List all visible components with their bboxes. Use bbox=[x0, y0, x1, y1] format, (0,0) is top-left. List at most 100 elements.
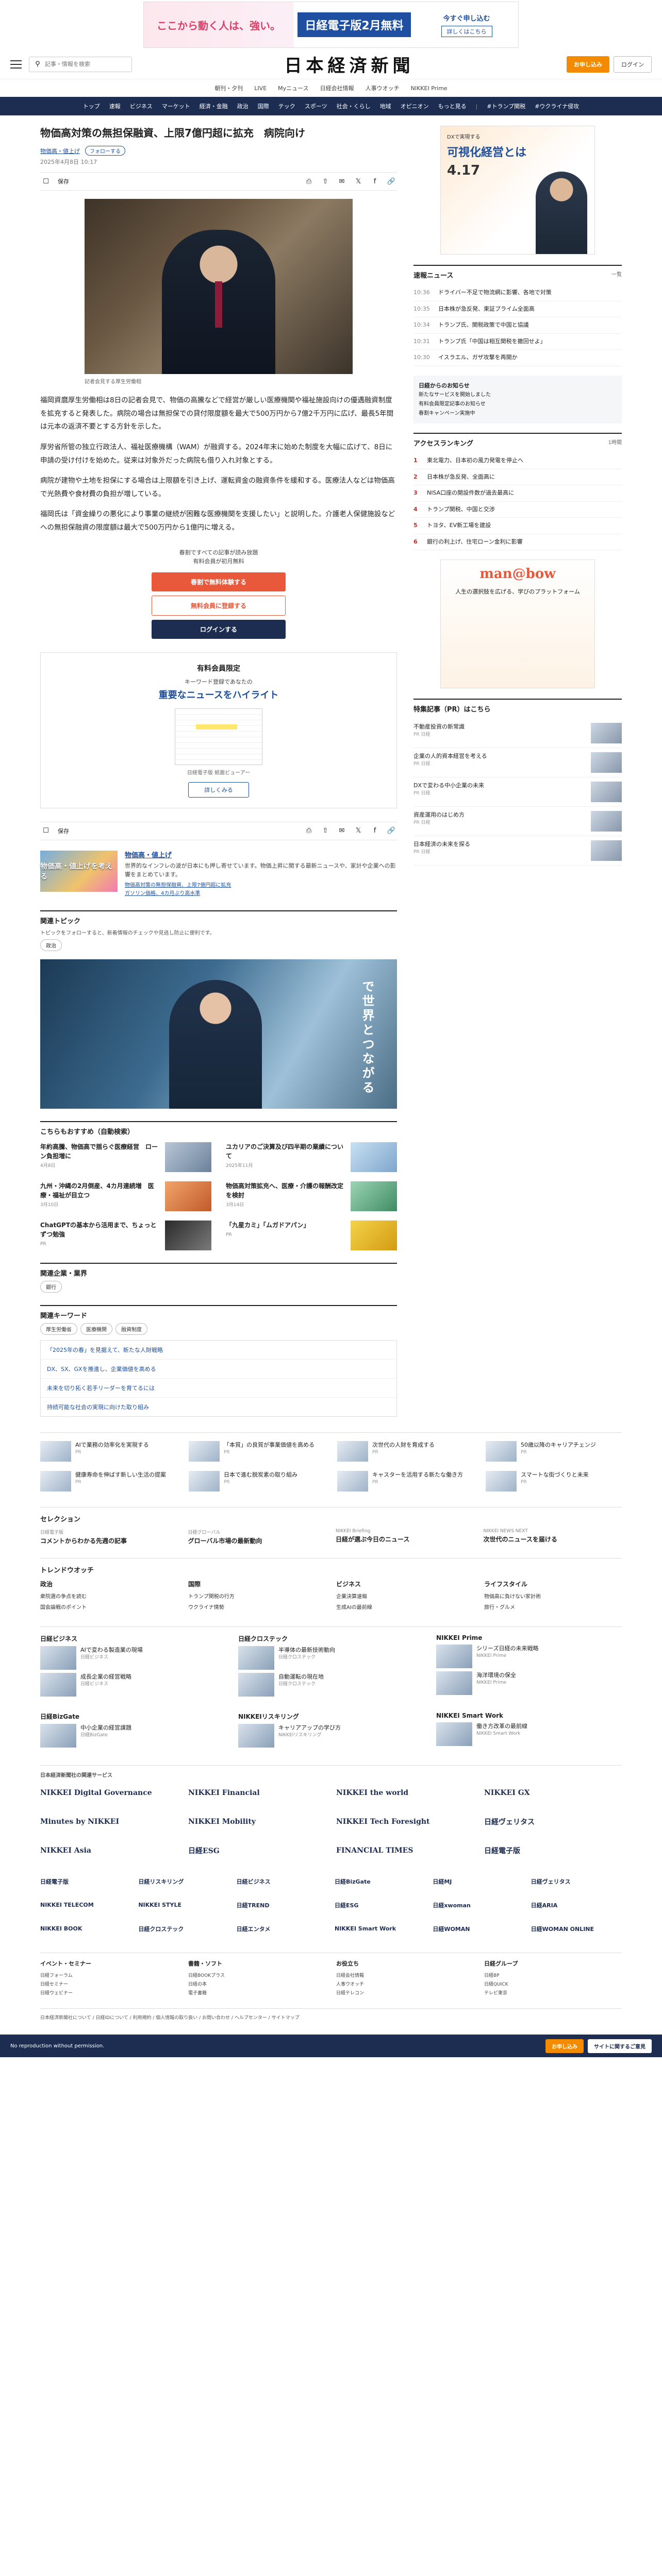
ranking-item[interactable]: 2 日本株が急反発、全面高に bbox=[413, 469, 622, 486]
mainnav-item[interactable]: マーケット bbox=[162, 102, 190, 110]
top-ad[interactable]: ここから動く人は、強い。 日経電子版2月無料 今すぐ申し込む 詳しくはこちら bbox=[0, 0, 662, 49]
footer-subscribe-button[interactable]: お申し込み bbox=[545, 2039, 584, 2053]
recommend-item[interactable]: 「九星カミ」「ムガドアパン」 PR bbox=[226, 1220, 397, 1250]
footer-group-links[interactable]: 日本経済新聞社について / 日経IDについて / 利用規約 / 個人情報の取り扱… bbox=[40, 2008, 622, 2022]
ad-banner[interactable]: ここから動く人は、強い。 日経電子版2月無料 今すぐ申し込む 詳しくはこちら bbox=[143, 2, 519, 48]
footer-link[interactable]: 電子書籍 bbox=[188, 1988, 326, 1997]
service-logo[interactable]: Minutes by NIKKEI bbox=[40, 1811, 178, 1832]
ranking-item[interactable]: 3 NISA口座の開設件数が過去最高に bbox=[413, 485, 622, 502]
topic-tag[interactable]: 物価高・値上げ bbox=[40, 147, 80, 155]
service-logo-small[interactable]: 日経リスキリング bbox=[138, 1872, 229, 1891]
service-logo[interactable]: NIKKEI Digital Governance bbox=[40, 1783, 178, 1803]
service-logo[interactable]: 日経ESG bbox=[188, 1840, 326, 1861]
service-logo-small[interactable]: 日経ヴェリタス bbox=[531, 1872, 622, 1891]
trend-link[interactable]: トランプ関税の行方 bbox=[188, 1590, 326, 1601]
subnav-item[interactable]: 朝刊・夕刊 bbox=[214, 84, 243, 92]
bookmark-icon[interactable]: ☐ bbox=[41, 826, 51, 836]
brand-item[interactable]: シリーズ日経の未来戦略 NIKKEI Prime bbox=[436, 1644, 622, 1668]
menu-icon[interactable] bbox=[10, 60, 22, 69]
footer-link[interactable]: 日経テレコン bbox=[336, 1988, 474, 1997]
pr-item[interactable]: 日本経済の未来を探る PR 日経 bbox=[413, 836, 622, 866]
x-icon[interactable]: 𝕏 bbox=[354, 826, 363, 836]
news-item[interactable]: 10:36 ドライバー不足で物流網に影響、各地で対策 bbox=[413, 285, 622, 301]
mainnav-item[interactable]: 地域 bbox=[380, 102, 391, 110]
mainnav-item[interactable]: ビジネス bbox=[130, 102, 153, 110]
selection-item[interactable]: NIKKEI Briefing 日経が選ぶ今日のニュース bbox=[336, 1529, 474, 1546]
bookmark-icon[interactable]: ☐ bbox=[41, 177, 51, 186]
subscribe-button[interactable]: お申し込み bbox=[567, 56, 609, 73]
mainnav-item[interactable]: 社会・くらし bbox=[337, 102, 371, 110]
subnav-item[interactable]: LIVE bbox=[254, 85, 267, 92]
mainnav-item[interactable]: 速報 bbox=[109, 102, 121, 110]
detail-button[interactable]: 詳しくみる bbox=[188, 782, 249, 798]
selection-item[interactable]: 日経電子版 コメントからわかる先週の記事 bbox=[40, 1529, 179, 1546]
trend-link[interactable]: 国会論戦のポイント bbox=[40, 1601, 178, 1612]
promo-video[interactable]: で世界とつながる bbox=[40, 959, 397, 1109]
trend-link[interactable]: 衆院選の争点を読む bbox=[40, 1590, 178, 1601]
print-icon[interactable]: ⎙ bbox=[304, 177, 313, 186]
search-box[interactable]: ⚲ bbox=[29, 56, 132, 72]
save-label[interactable]: 保存 bbox=[58, 177, 69, 185]
trend-link[interactable]: 物価高に負けない家計術 bbox=[484, 1590, 622, 1601]
login-button[interactable]: ログイン bbox=[614, 56, 652, 73]
service-logo[interactable]: NIKKEI Tech Foresight bbox=[336, 1811, 474, 1832]
service-logo[interactable]: 日経ヴェリタス bbox=[484, 1811, 622, 1832]
mainnav-item[interactable]: もっと見る bbox=[438, 102, 467, 110]
service-logo[interactable]: 日経電子版 bbox=[484, 1840, 622, 1861]
mainnav-item[interactable]: テック bbox=[278, 102, 295, 110]
service-logo-small[interactable]: 日経ARIA bbox=[531, 1896, 622, 1914]
footer-link[interactable]: テレビ東京 bbox=[484, 1988, 622, 1997]
selection-item[interactable]: 日経グローバル グローバル市場の最新動向 bbox=[188, 1529, 327, 1546]
footer-link[interactable]: 日経BOOKプラス bbox=[188, 1971, 326, 1979]
pr-item[interactable]: 企業の人的資本経営を考える PR 日経 bbox=[413, 748, 622, 778]
x-icon[interactable]: 𝕏 bbox=[354, 177, 363, 186]
subnav-item[interactable]: 人事ウオッチ bbox=[366, 84, 400, 92]
pr-keyword-link[interactable]: DX、SX、GXを推進し、企業価値を高める bbox=[41, 1360, 396, 1379]
pr-strip-item[interactable]: キャスターを活用する新たな働き方 PR bbox=[337, 1470, 473, 1492]
news-item[interactable]: 10:35 日本株が急反発、東証プライム全面高 bbox=[413, 301, 622, 317]
mainnav-item[interactable]: 経済・金融 bbox=[200, 102, 228, 110]
link-icon[interactable]: 🔗 bbox=[387, 177, 396, 186]
service-logo-small[interactable]: 日経WOMAN ONLINE bbox=[531, 1920, 622, 1938]
pr-keyword-link[interactable]: 未来を切り拓く若手リーダーを育てるには bbox=[41, 1379, 396, 1398]
trend-link[interactable]: 生成AIの最前線 bbox=[336, 1601, 474, 1612]
side-ad-manabow[interactable]: man@bow 人生の選択肢を広げる、学びのプラットフォーム bbox=[440, 560, 595, 689]
keyword-chip[interactable]: 融資制度 bbox=[115, 1323, 147, 1335]
ranking-item[interactable]: 1 東北電力、日本初の風力発電を停止へ bbox=[413, 453, 622, 469]
service-logo[interactable]: NIKKEI the world bbox=[336, 1783, 474, 1803]
link-icon[interactable]: 🔗 bbox=[387, 826, 396, 836]
facebook-icon[interactable]: f bbox=[370, 826, 379, 836]
site-logo[interactable]: 日本経済新聞 bbox=[132, 52, 567, 77]
pr-strip-item[interactable]: 健康寿命を伸ばす新しい生活の提案 PR bbox=[40, 1470, 176, 1492]
news-item[interactable]: 10:30 イスラエル、ガザ攻撃を再開か bbox=[413, 350, 622, 366]
news-item[interactable]: 10:31 トランプ氏「中国は相互関税を撤回せよ」 bbox=[413, 334, 622, 350]
notice-item[interactable]: 春割キャンペーン実施中 bbox=[419, 409, 617, 418]
pr-strip-item[interactable]: スマートな街づくりと未来 PR bbox=[486, 1470, 622, 1492]
side-ad[interactable]: DXで実現する 可視化経営とは 4.17 bbox=[440, 126, 595, 255]
trial-button[interactable]: 春割で無料体験する bbox=[152, 572, 286, 591]
service-logo-small[interactable]: NIKKEI BOOK bbox=[40, 1920, 131, 1938]
facebook-icon[interactable]: f bbox=[370, 177, 379, 186]
service-logo-small[interactable]: NIKKEI TELECOM bbox=[40, 1896, 131, 1914]
subnav-item[interactable]: Myニュース bbox=[278, 84, 308, 92]
recommend-item[interactable]: 年約高騰、物価高で揺らぐ医療経営 ローン負担増に 4月8日 bbox=[40, 1142, 211, 1172]
ranking-item[interactable]: 4 トランプ関税、中国と交渉 bbox=[413, 502, 622, 518]
service-logo[interactable]: NIKKEI GX bbox=[484, 1783, 622, 1803]
pr-strip-item[interactable]: 次世代の人財を育成する PR bbox=[337, 1440, 473, 1462]
service-logo-small[interactable]: 日経ESG bbox=[335, 1896, 425, 1914]
service-logo-small[interactable]: 日経MJ bbox=[433, 1872, 523, 1891]
footer-link[interactable]: 日経QUICK bbox=[484, 1979, 622, 1988]
pr-strip-item[interactable]: 「本質」の良質が事業価値を高める PR bbox=[189, 1440, 325, 1462]
brand-item[interactable]: 半導体の最新技術動向 日経クロステック bbox=[238, 1646, 424, 1670]
mail-icon[interactable]: ✉ bbox=[337, 826, 346, 836]
service-logo-small[interactable]: 日経WOMAN bbox=[433, 1920, 523, 1938]
service-logo[interactable]: NIKKEI Financial bbox=[188, 1783, 326, 1803]
topic-chip[interactable]: 政治 bbox=[40, 939, 62, 951]
notice-item[interactable]: 新たなサービスを開始しました bbox=[419, 391, 617, 400]
related-topic-name[interactable]: 物価高・値上げ bbox=[125, 852, 172, 859]
free-register-button[interactable]: 無料会員に登録する bbox=[152, 595, 286, 616]
service-logo-small[interactable]: 日経電子版 bbox=[40, 1872, 131, 1891]
print-icon[interactable]: ⎙ bbox=[304, 826, 313, 836]
company-chip[interactable]: 銀行 bbox=[40, 1280, 62, 1293]
trend-link[interactable]: 企業決算速報 bbox=[336, 1590, 474, 1601]
